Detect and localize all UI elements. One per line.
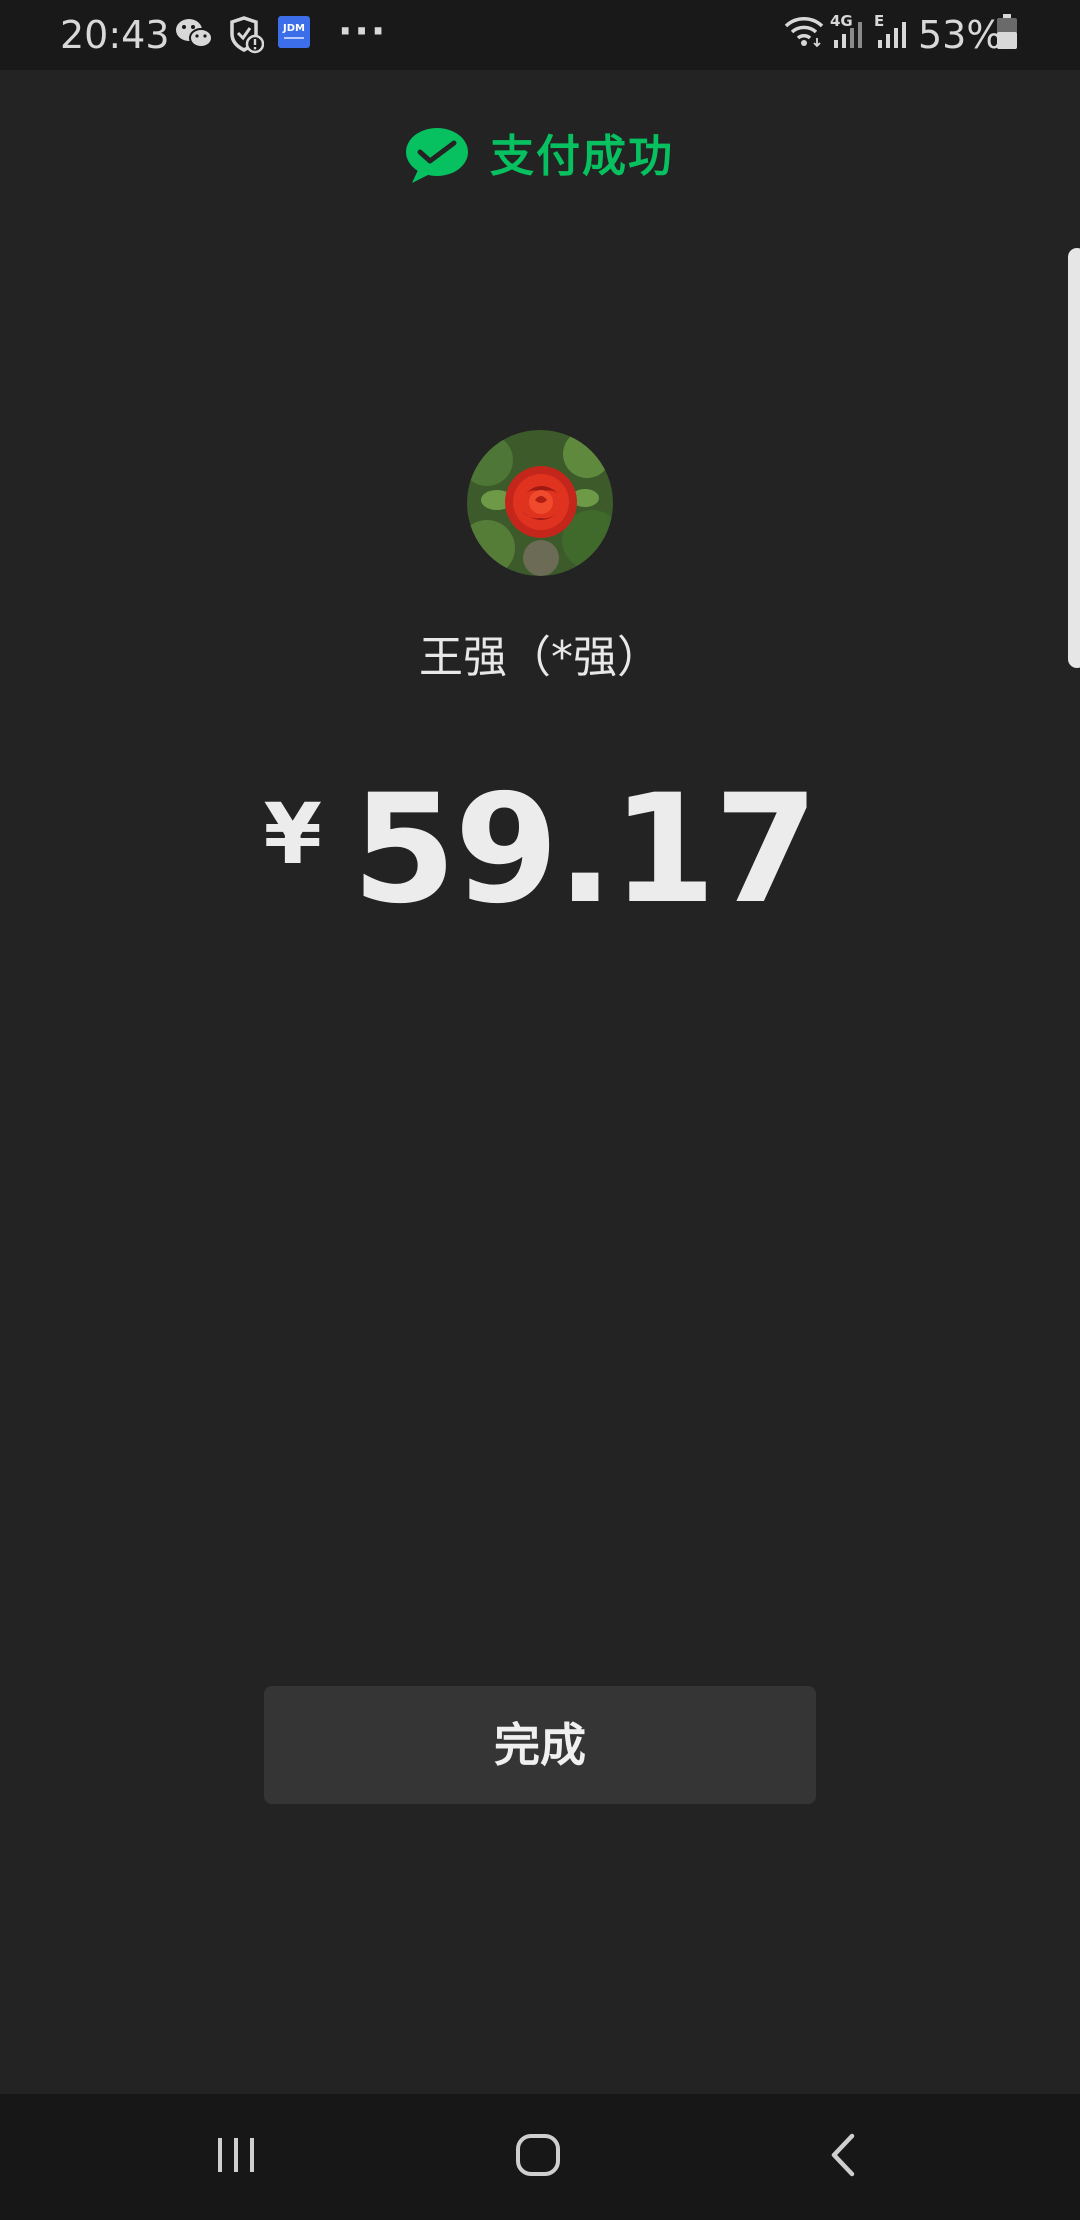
payee-avatar xyxy=(467,430,613,576)
battery-percentage: 53% xyxy=(918,13,1003,57)
signal-icon-2 xyxy=(876,20,908,52)
currency-symbol: ¥ xyxy=(263,785,322,883)
home-icon[interactable] xyxy=(512,2124,568,2188)
recents-icon[interactable] xyxy=(214,2124,258,2188)
done-button[interactable]: 完成 xyxy=(264,1686,816,1804)
payment-success-header: 支付成功 xyxy=(0,118,1080,198)
jdm-app-icon: JDM xyxy=(278,16,310,52)
payee-name: 王强（*强） xyxy=(419,632,661,683)
wechat-pay-icon xyxy=(404,126,470,190)
payment-amount: ¥59.17 xyxy=(0,770,1080,930)
wifi-icon xyxy=(784,14,824,52)
battery-icon xyxy=(996,14,1018,54)
back-icon[interactable] xyxy=(822,2124,866,2188)
signal-icon xyxy=(832,20,866,52)
payment-success-screen: 20:43 JDM ··· 4G E 53% 支付成功 王强（*强） ¥ 59.… xyxy=(0,0,1080,2220)
svg-text:JDM: JDM xyxy=(282,23,305,34)
edge-panel-handle[interactable] xyxy=(1068,248,1080,668)
shield-notification-icon xyxy=(228,16,265,58)
status-time: 20:43 xyxy=(60,13,170,57)
payment-success-title: 支付成功 xyxy=(490,131,674,182)
navigation-bar xyxy=(0,2094,1080,2220)
more-notifications-indicator: ··· xyxy=(338,9,388,53)
wechat-icon xyxy=(174,16,214,56)
amount-value: 59.17 xyxy=(351,763,818,937)
status-bar: 20:43 JDM ··· 4G E 53% xyxy=(0,0,1080,70)
